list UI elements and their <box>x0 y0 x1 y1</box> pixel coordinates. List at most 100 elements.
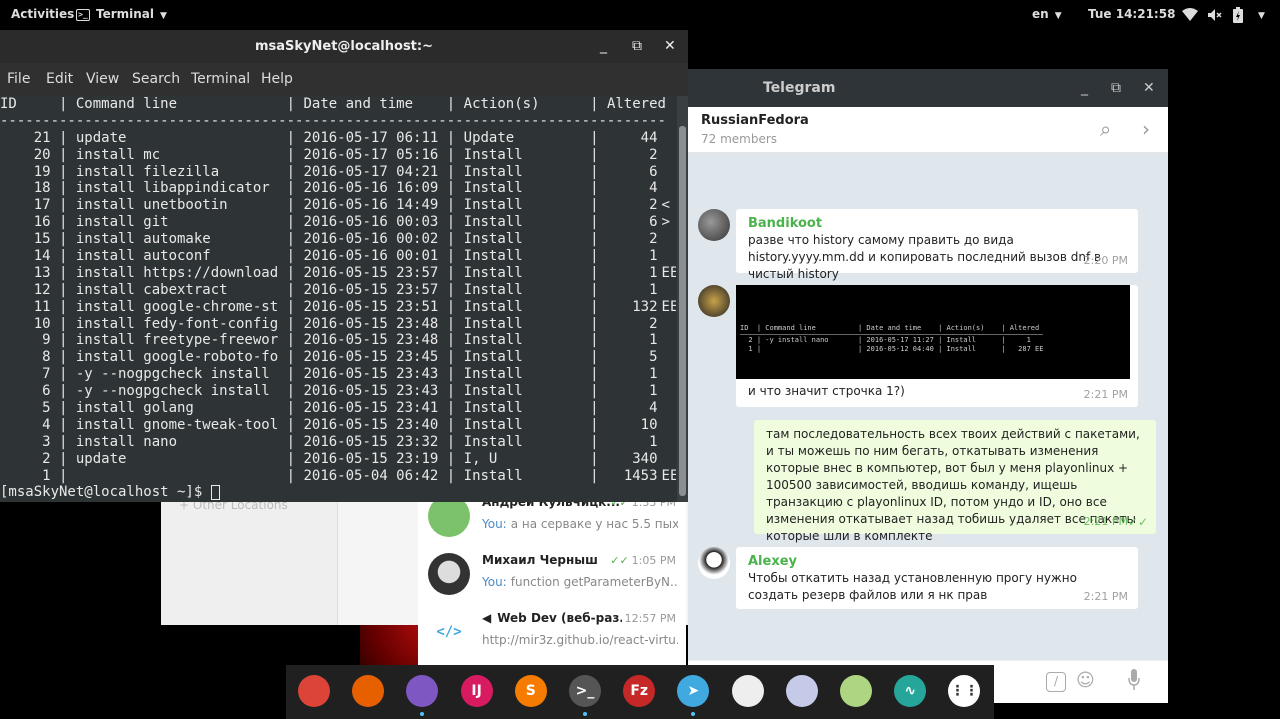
chat-list-item[interactable]: Михаил Черныш ✓✓ 1:05 PM You: function getPa… <box>418 547 686 605</box>
dock-glyph: Fz <box>630 683 649 699</box>
battery-icon[interactable] <box>1233 0 1243 28</box>
telegram-icon[interactable]: ➤ <box>677 675 710 707</box>
cell-id: 16 <box>33 214 51 231</box>
volume-muted-icon[interactable] <box>1207 0 1223 28</box>
activities-button[interactable]: Activities <box>11 0 74 28</box>
chrome-icon[interactable] <box>298 675 330 707</box>
cell-command: install libappindicator <box>75 180 270 197</box>
search-tool-icon[interactable] <box>840 675 872 707</box>
table-row: 19 install filezilla 2016-05-17 04:21 Insta… <box>0 164 676 181</box>
terminal-output[interactable]: ID Command line Date and time Action(s) Alte… <box>0 96 676 502</box>
menu-edit[interactable]: Edit <box>46 63 73 95</box>
cell-action: Install <box>463 281 523 298</box>
message-author[interactable]: Alexey <box>748 553 1126 570</box>
firefox-icon[interactable] <box>352 675 385 707</box>
cell-date: 2016-05-17 05:16 <box>303 146 439 163</box>
cell-action: Install <box>463 467 523 484</box>
avatar: </> <box>428 611 470 653</box>
chat-list-item[interactable]: </> ◀ Web Dev (веб-раз... 12:57 PM http://mi… <box>418 605 686 663</box>
cell-date: 2016-05-15 23:48 <box>303 315 439 332</box>
cell-altered: 2 <box>649 315 658 332</box>
column-separator: | <box>286 383 296 400</box>
menu-help[interactable]: Help <box>261 63 293 95</box>
terminal-scrollbar[interactable] <box>677 96 688 502</box>
cell-date: 2016-05-15 23:51 <box>303 298 439 315</box>
menu-terminal[interactable]: Terminal <box>191 63 250 95</box>
cursor <box>210 484 220 500</box>
intellij-icon[interactable]: IJ <box>460 675 493 707</box>
dock-glyph: S <box>525 683 536 699</box>
table-row: 21 update 2016-05-17 06:11 Update 44 | | | | <box>0 130 676 147</box>
cell-command: install gnome-tweak-tool <box>75 416 279 433</box>
app-grid-icon[interactable]: ⋮⋮ <box>948 675 981 707</box>
menu-search[interactable]: Search <box>132 63 180 95</box>
system-monitor-icon[interactable]: ∿ <box>894 675 927 707</box>
cell-action: Install <box>463 315 523 332</box>
table-row: 4 install gnome-tweak-tool 2016-05-15 23:4… <box>0 417 676 434</box>
menu-view[interactable]: View <box>86 63 119 95</box>
wifi-icon[interactable] <box>1182 0 1198 28</box>
filezilla-icon[interactable]: Fz <box>623 675 656 707</box>
avatar[interactable] <box>698 547 730 579</box>
message-bubble-outgoing: там последовательность всех твоих действ… <box>754 420 1156 543</box>
cell-altered: Altered <box>606 96 666 112</box>
emoji-icon[interactable]: ☺ <box>1076 670 1095 691</box>
cell-date: 2016-05-15 23:32 <box>303 433 439 450</box>
cell-command: install mc <box>75 146 161 163</box>
app-menu[interactable]: >_ Terminal ▼ <box>76 0 167 28</box>
cell-action: Install <box>463 146 523 163</box>
terminal-icon[interactable]: >_ <box>569 675 601 707</box>
system-menu-chevron-icon[interactable]: ▼ <box>1258 0 1265 28</box>
you-label: You: <box>482 575 507 589</box>
cell-command: install autoconf <box>75 248 211 265</box>
chat-title[interactable]: RussianFedora <box>701 113 809 128</box>
table-header: ID Command line Date and time Action(s) Alte… <box>0 96 676 113</box>
column-separator: | <box>446 129 456 146</box>
preview-text: function getParameterByN... <box>510 575 678 589</box>
microphone-icon[interactable] <box>1128 669 1140 695</box>
cell-id: 5 <box>42 400 51 417</box>
cell-command: install fedy-font-config <box>75 315 279 332</box>
chevron-right-icon[interactable]: › <box>1142 117 1150 141</box>
column-separator: | <box>59 433 68 450</box>
cell-id: 9 <box>42 332 51 349</box>
avatar <box>428 553 470 595</box>
avatar[interactable] <box>698 209 730 241</box>
column-separator: | <box>590 298 599 315</box>
maximize-icon[interactable]: ⧉ <box>1111 69 1121 107</box>
close-icon[interactable]: ✕ <box>664 30 676 63</box>
menu-file[interactable]: File <box>7 63 30 95</box>
minimize-icon[interactable]: _ <box>600 30 607 63</box>
minimize-icon[interactable]: _ <box>1081 69 1088 107</box>
column-separator: | <box>286 146 296 163</box>
cell-date: 2016-05-15 23:57 <box>303 264 439 281</box>
screenshot-image[interactable]: ID | Command line | Date and time | Acti… <box>736 285 1130 379</box>
screenshot-icon[interactable] <box>785 675 818 707</box>
column-separator: | <box>590 467 599 484</box>
channel-icon: ◀ <box>482 611 492 625</box>
close-icon[interactable]: ✕ <box>1143 69 1155 107</box>
table-row: 9 install freetype-freewor 2016-05-15 23:4… <box>0 332 676 349</box>
cell-id: 19 <box>33 163 51 180</box>
cell-altered: 5 <box>649 349 658 366</box>
bot-command-icon[interactable]: / <box>1046 672 1066 692</box>
files-icon[interactable] <box>406 675 439 707</box>
search-icon[interactable]: ⌕ <box>1100 117 1111 141</box>
chat-members-count[interactable]: 72 members <box>701 132 777 146</box>
column-separator: | <box>59 298 68 315</box>
shell-prompt[interactable]: [msaSkyNet@localhost ~]$ <box>0 484 676 501</box>
clock[interactable]: Tue 14:21:58 <box>1088 0 1175 28</box>
cell-altered: 1 <box>649 248 658 265</box>
column-separator: | <box>446 433 456 450</box>
avatar[interactable] <box>698 285 730 317</box>
scrollbar-thumb[interactable] <box>679 126 686 496</box>
sublime-icon[interactable]: S <box>514 675 547 707</box>
cell-command: install freetype-freewor <box>75 332 279 349</box>
cell-action: Install <box>463 400 523 417</box>
message-author[interactable]: Bandikoot <box>748 215 1126 232</box>
chat-preview: You: а на серваке у нас 5.5 пых... <box>482 517 678 531</box>
moon-icon[interactable] <box>731 675 764 707</box>
maximize-icon[interactable]: ⧉ <box>632 30 642 63</box>
language-selector[interactable]: en ▼ <box>1032 0 1062 28</box>
cell-date: 2016-05-15 23:43 <box>303 366 439 383</box>
